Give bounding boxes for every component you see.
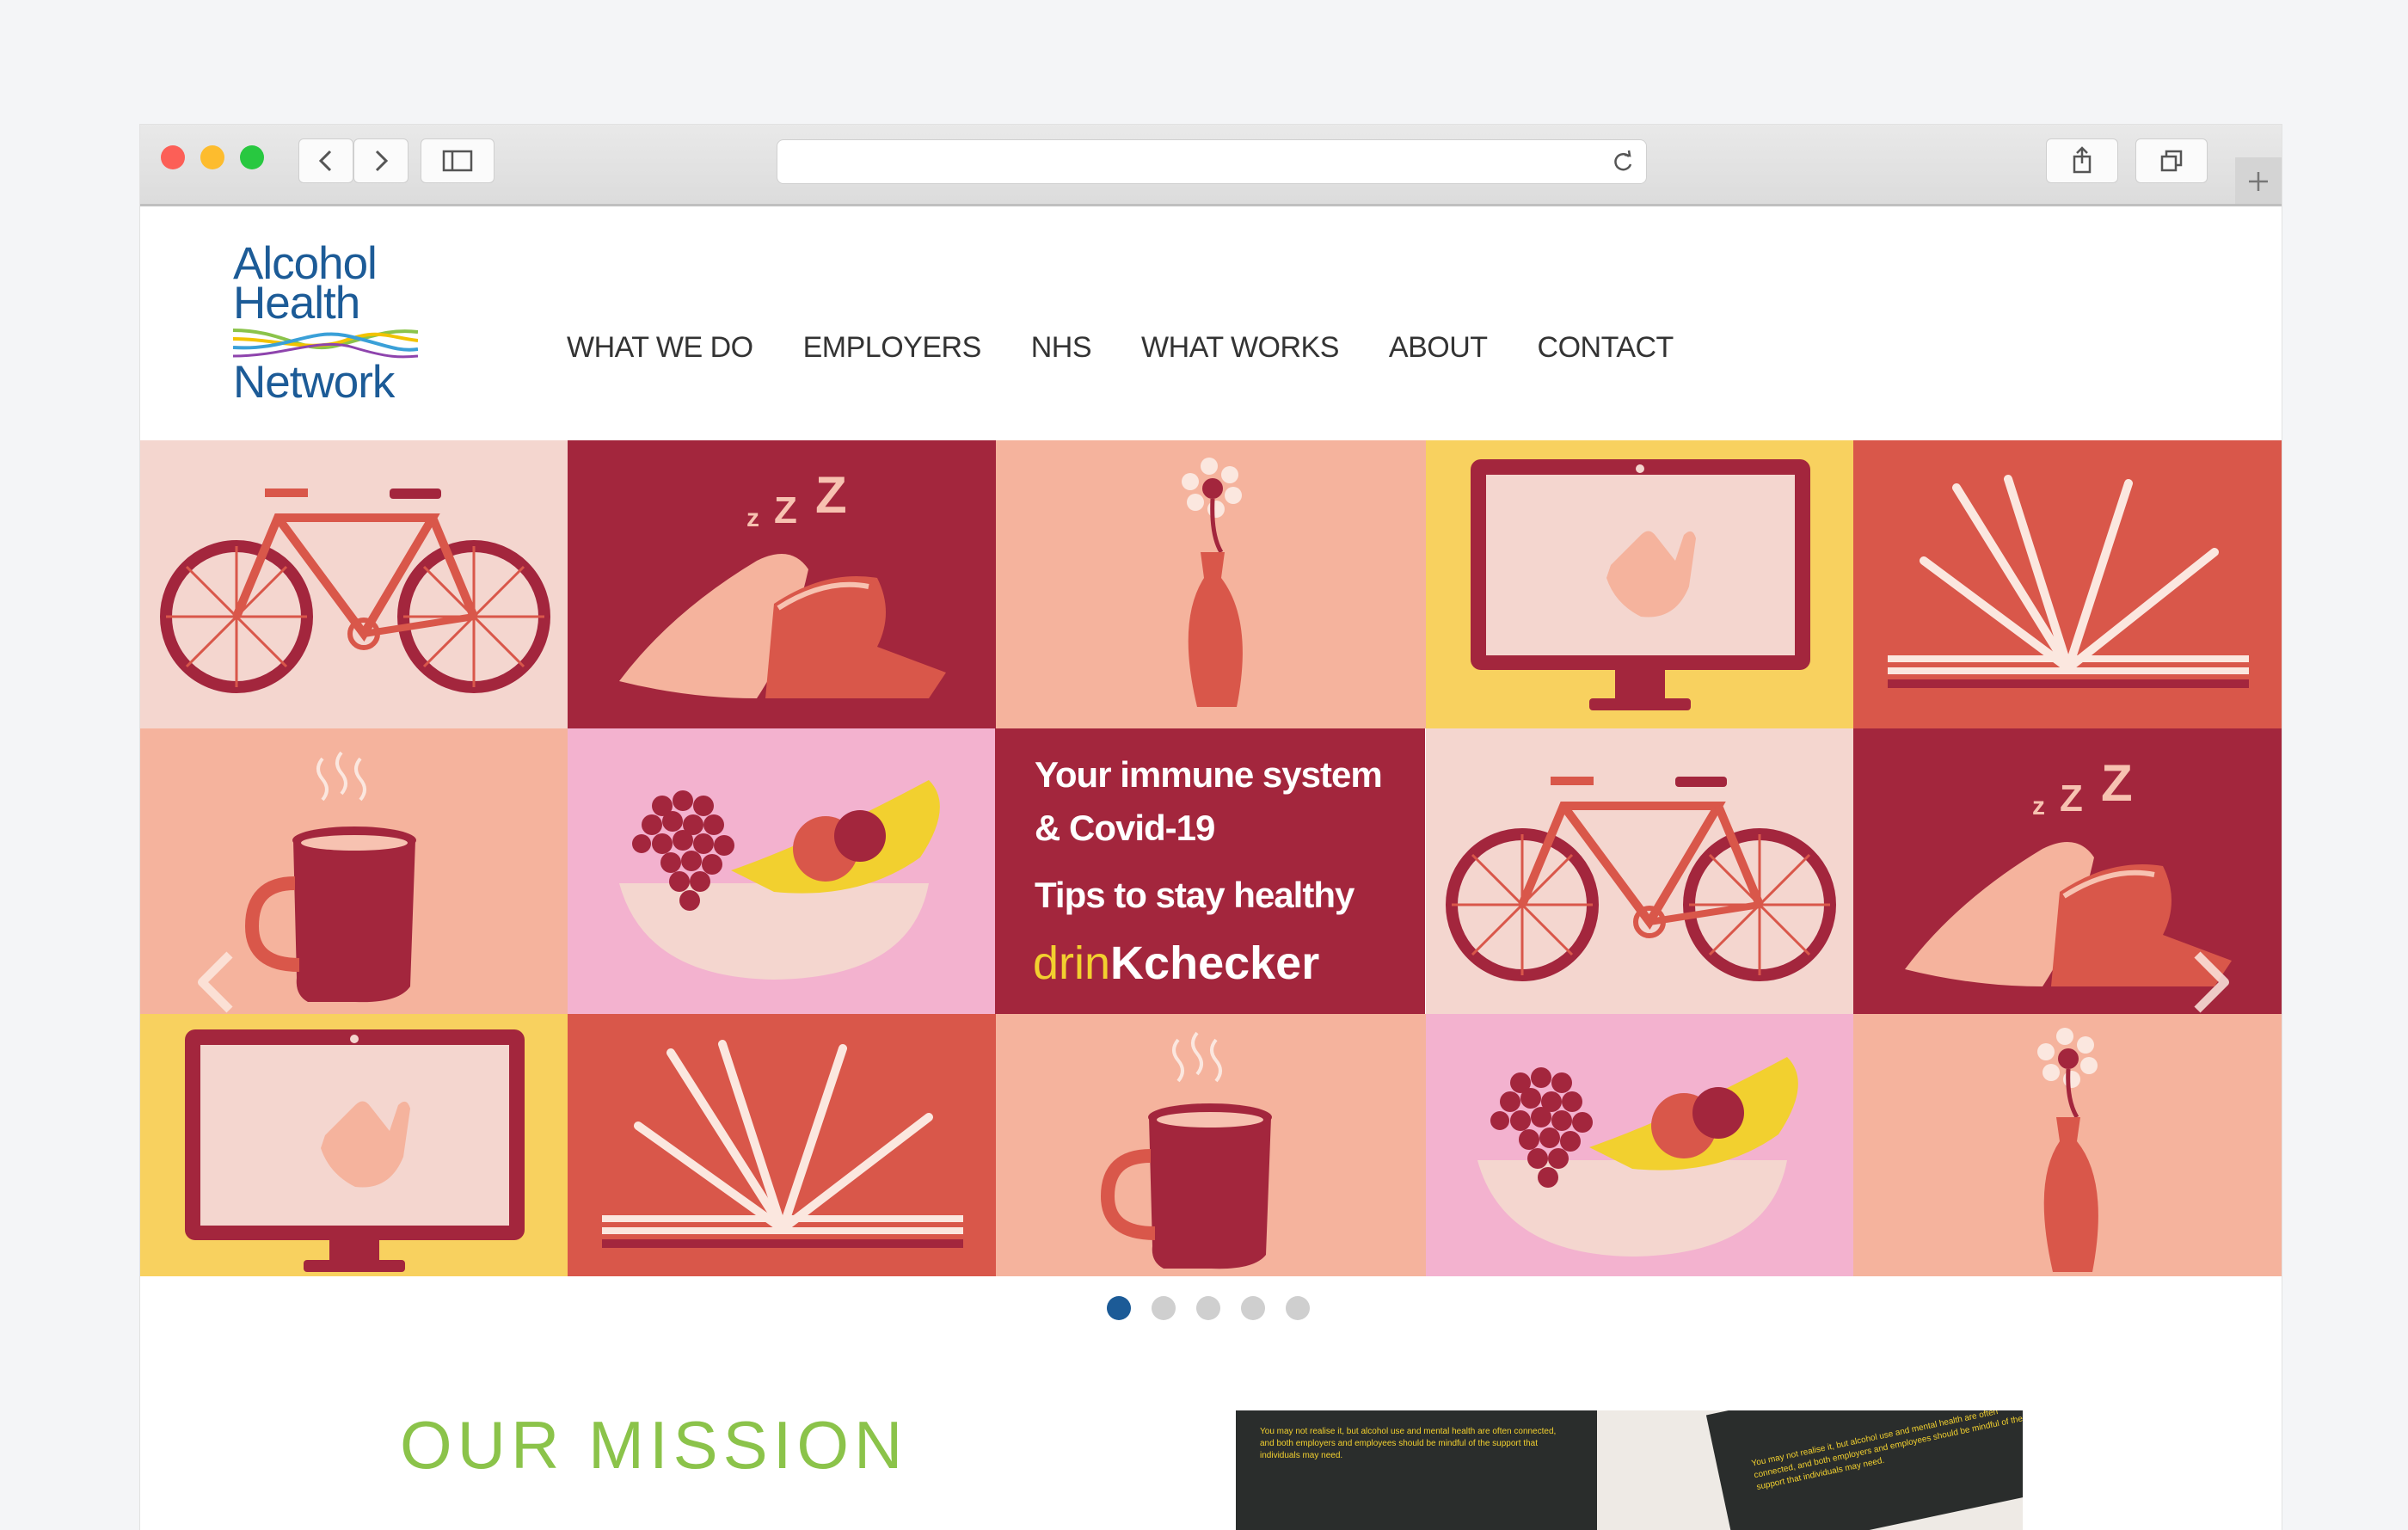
carousel-prev-arrow[interactable] (192, 948, 243, 1017)
fruit-bowl-icon (619, 780, 940, 980)
pillow-sleep-icon: z Z Z (619, 466, 946, 698)
svg-text:Z: Z (774, 489, 797, 532)
flower-vase-icon (1182, 458, 1243, 707)
leaflet-text-2: You may not realise it, but alcohol use … (1750, 1410, 2023, 1493)
open-book-icon (1888, 475, 2249, 688)
tile-bicycle (140, 440, 568, 728)
mission-image: You may not realise it, but alcohol use … (1236, 1410, 2023, 1530)
leaflet-card-1: You may not realise it, but alcohol use … (1236, 1410, 1597, 1530)
monitor-wave-icon (1471, 459, 1810, 710)
carousel-dot-2[interactable] (1152, 1296, 1176, 1320)
tile-mug-2 (996, 1014, 1426, 1276)
browser-toolbar (140, 125, 2282, 206)
tile-bicycle-2 (1426, 728, 1853, 1014)
drinkchecker-logo: drinKchecker (1033, 937, 1320, 989)
main-nav: WHAT WE DO EMPLOYERS NHS WHAT WORKS ABOU… (567, 331, 1723, 365)
bicycle-icon (1446, 777, 1836, 981)
zoom-window-button[interactable] (240, 145, 264, 169)
open-book-icon (602, 1040, 963, 1248)
promo-line-2: & Covid-19 (1035, 808, 1215, 848)
new-tab-button[interactable] (2235, 157, 2282, 204)
tile-sleep: z Z Z (568, 440, 996, 728)
nav-item-employers[interactable]: EMPLOYERS (803, 331, 982, 365)
back-button[interactable] (298, 138, 353, 183)
svg-text:z: z (2032, 792, 2045, 820)
tile-fruit (568, 728, 996, 1014)
tile-book-2 (568, 1014, 996, 1276)
share-button[interactable] (2046, 138, 2118, 183)
browser-window: Alcohol Health Network WHAT WE DO EMPLOY… (140, 125, 2282, 1530)
logo-word-2: Health (233, 278, 360, 329)
mission-heading: OUR MISSION (400, 1407, 908, 1483)
tile-fruit-2 (1426, 1014, 1853, 1276)
carousel-dot-4[interactable] (1241, 1296, 1265, 1320)
carousel-next-arrow[interactable] (2184, 948, 2235, 1017)
reload-icon[interactable] (1606, 140, 1641, 183)
tabs-overview-button[interactable] (2135, 138, 2208, 183)
carousel-dot-1[interactable] (1107, 1296, 1131, 1320)
logo-word-3: Network (233, 357, 395, 408)
flower-vase-icon (2037, 1028, 2098, 1272)
monitor-wave-icon (185, 1029, 525, 1272)
address-bar[interactable] (777, 139, 1647, 184)
leaflet-text-1: You may not realise it, but alcohol use … (1260, 1427, 1557, 1460)
chevron-left-icon (318, 150, 332, 172)
hero-carousel[interactable]: z Z Z Your immune system & Covid-19 Tips… (140, 440, 2282, 1276)
sidebar-icon (442, 150, 473, 172)
minimize-window-button[interactable] (200, 145, 224, 169)
nav-item-what-we-do[interactable]: WHAT WE DO (567, 331, 753, 365)
tile-vase-2 (1853, 1014, 2282, 1276)
tile-monitor-2 (140, 1014, 568, 1276)
bicycle-icon (160, 488, 550, 693)
fruit-bowl-icon (1477, 1057, 1798, 1257)
nav-item-contact[interactable]: CONTACT (1538, 331, 1674, 365)
promo-banner[interactable]: Your immune system & Covid-19 Tips to st… (995, 728, 1425, 1014)
promo-line-1: Your immune system (1035, 754, 1383, 795)
chevron-right-icon (375, 150, 389, 172)
site-logo[interactable]: Alcohol Health Network (233, 241, 422, 413)
tabs-icon (2160, 150, 2183, 172)
carousel-dot-5[interactable] (1286, 1296, 1310, 1320)
sidebar-toggle-button[interactable] (421, 138, 494, 183)
svg-text:Z: Z (815, 466, 847, 524)
forward-button[interactable] (353, 138, 408, 183)
svg-text:Z: Z (2101, 754, 2133, 812)
carousel-dots (1107, 1296, 1330, 1320)
promo-line-3: Tips to stay healthy (1035, 875, 1354, 915)
share-icon (2073, 146, 2092, 174)
nav-item-what-works[interactable]: WHAT WORKS (1141, 331, 1339, 365)
close-window-button[interactable] (161, 145, 185, 169)
svg-text:Z: Z (2060, 777, 2083, 820)
plus-icon (2249, 172, 2268, 191)
leaflet-card-2: You may not realise it, but alcohol use … (1705, 1410, 2023, 1530)
carousel-dot-3[interactable] (1196, 1296, 1220, 1320)
tile-book (1853, 440, 2282, 728)
tile-vase (996, 440, 1426, 728)
site-header: Alcohol Health Network WHAT WE DO EMPLOY… (140, 206, 2282, 440)
svg-text:z: z (746, 504, 759, 532)
nav-item-nhs[interactable]: NHS (1031, 331, 1092, 365)
nav-item-about[interactable]: ABOUT (1389, 331, 1488, 365)
tile-monitor (1426, 440, 1853, 728)
coffee-mug-icon (1100, 1031, 1272, 1269)
